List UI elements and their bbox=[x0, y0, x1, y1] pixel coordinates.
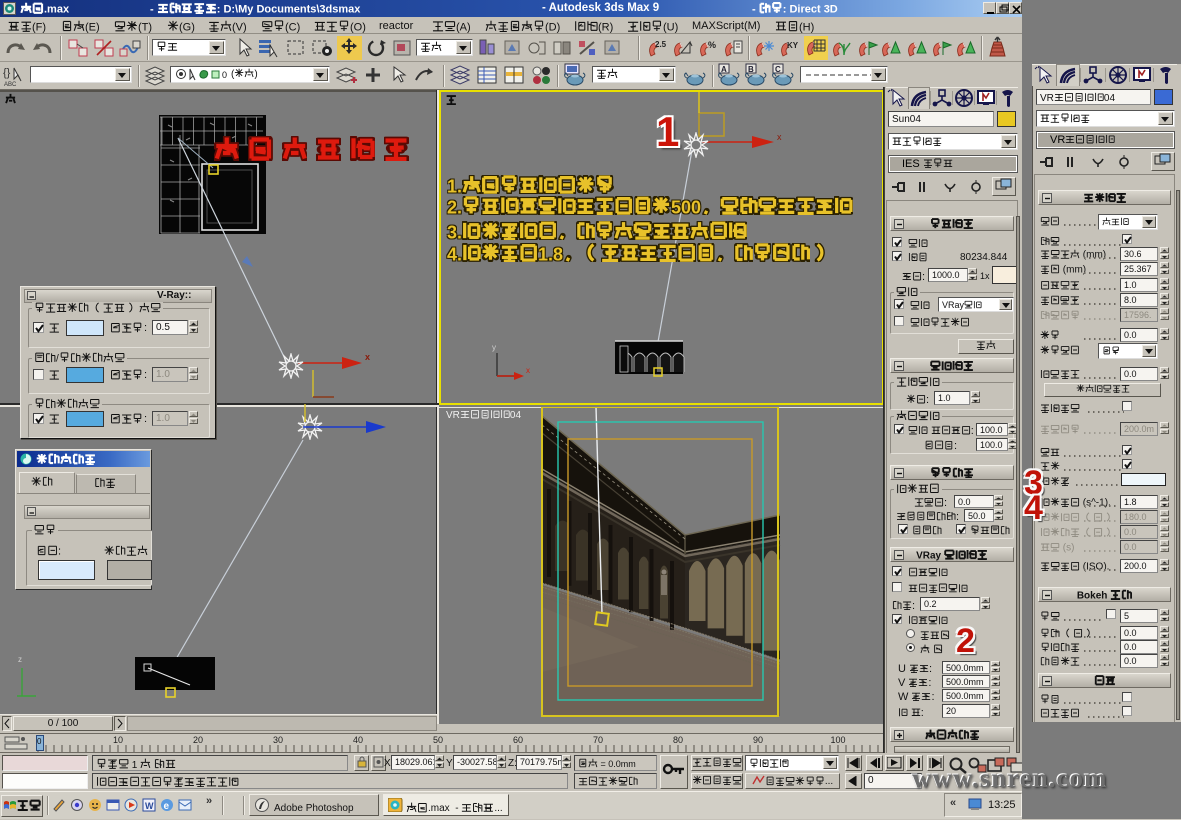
svg-text:20: 20 bbox=[193, 735, 203, 745]
svg-text:90: 90 bbox=[753, 735, 763, 745]
svg-text:x: x bbox=[365, 352, 370, 362]
svg-text:80: 80 bbox=[673, 735, 683, 745]
svg-text:2.5: 2.5 bbox=[655, 40, 667, 49]
svg-text:30: 30 bbox=[273, 735, 283, 745]
svg-text:x: x bbox=[777, 132, 782, 142]
svg-text:C: C bbox=[775, 65, 781, 74]
svg-text:60: 60 bbox=[513, 735, 523, 745]
svg-text:z: z bbox=[18, 655, 22, 664]
svg-text:W: W bbox=[145, 801, 154, 811]
svg-text:%: % bbox=[708, 40, 716, 50]
svg-text:A: A bbox=[721, 65, 727, 74]
svg-text:100: 100 bbox=[830, 735, 845, 745]
svg-text:B: B bbox=[748, 65, 754, 74]
svg-text:70: 70 bbox=[593, 735, 603, 745]
svg-text:0: 0 bbox=[222, 70, 227, 80]
svg-text:x: x bbox=[526, 366, 530, 375]
svg-text:ABC: ABC bbox=[4, 82, 17, 88]
svg-text:KY: KY bbox=[787, 41, 799, 50]
svg-text:10: 10 bbox=[113, 735, 123, 745]
svg-text:{}: {} bbox=[3, 67, 11, 79]
svg-text:40: 40 bbox=[353, 735, 363, 745]
svg-text:50: 50 bbox=[433, 735, 443, 745]
svg-text:e: e bbox=[164, 801, 170, 812]
svg-text:y: y bbox=[492, 343, 496, 352]
